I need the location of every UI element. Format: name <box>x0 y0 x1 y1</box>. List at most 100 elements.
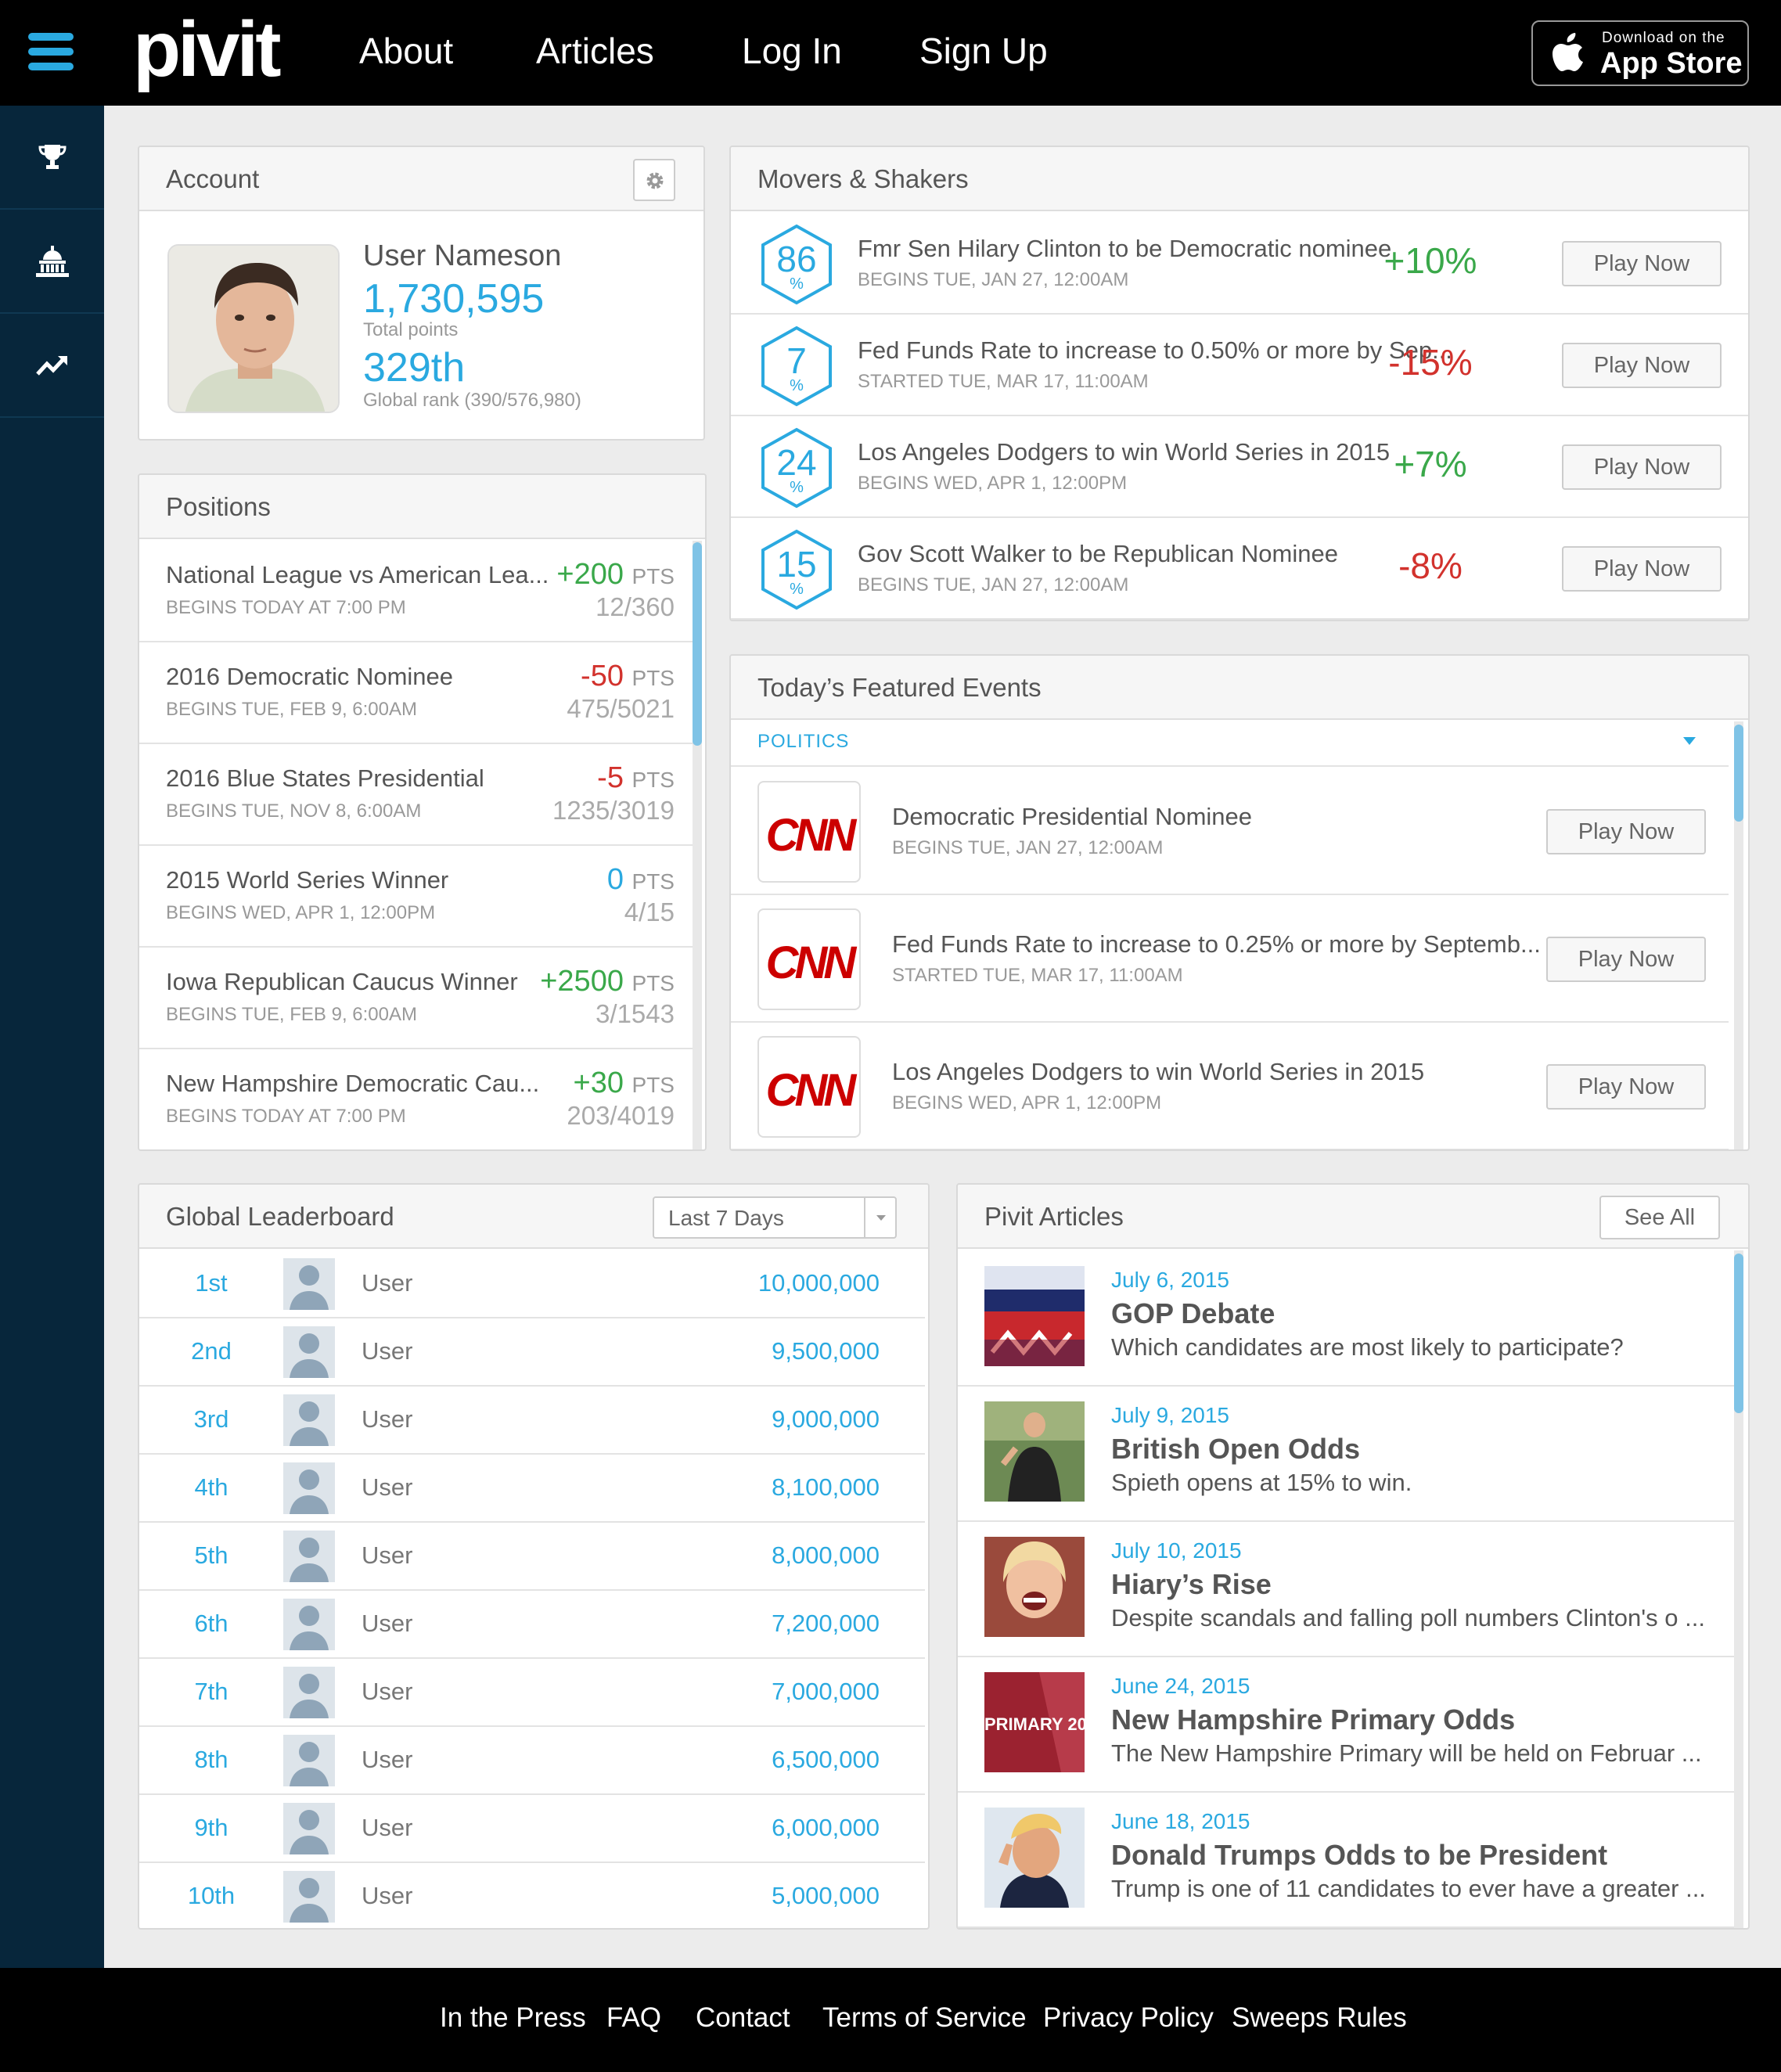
footer-sweeps-link[interactable]: Sweeps Rules <box>1232 2002 1407 2034</box>
position-row[interactable]: Iowa Republican Caucus Winner BEGINS TUE,… <box>139 948 693 1049</box>
settings-button[interactable] <box>633 159 675 201</box>
position-row[interactable]: 2016 Blue States Presidential BEGINS TUE,… <box>139 744 693 846</box>
account-header: Account <box>139 147 703 211</box>
leaderboard-user[interactable]: User <box>362 1882 412 1910</box>
caret-down-icon[interactable] <box>1683 737 1696 745</box>
article-row[interactable]: July 9, 2015 British Open Odds Spieth open… <box>958 1386 1743 1522</box>
mover-row[interactable]: 24% Los Angeles Dodgers to win World Seri… <box>731 416 1748 518</box>
leaderboard-user[interactable]: User <box>362 1337 412 1365</box>
position-row[interactable]: 2016 Democratic Nominee BEGINS TUE, FEB 9… <box>139 642 693 744</box>
leaderboard-row[interactable]: 3rd User 9,000,000 <box>139 1387 925 1455</box>
leaderboard-row[interactable]: 4th User 8,100,000 <box>139 1455 925 1523</box>
leaderboard-score: 7,000,000 <box>772 1678 880 1705</box>
leaderboard-score: 9,000,000 <box>772 1405 880 1433</box>
leaderboard-user[interactable]: User <box>362 1678 412 1706</box>
featured-event-row[interactable]: CNN Democratic Presidential Nominee BEGINS… <box>731 768 1729 895</box>
play-now-button[interactable]: Play Now <box>1562 546 1722 592</box>
position-title: National League vs American Lea... <box>166 561 549 588</box>
nav-about-link[interactable]: About <box>359 30 453 72</box>
mover-row[interactable]: 7% Fed Funds Rate to increase to 0.50% or… <box>731 315 1748 416</box>
user-avatar[interactable] <box>167 244 340 413</box>
mover-change: -15% <box>1388 342 1473 383</box>
sidebar <box>0 106 104 1968</box>
article-row[interactable]: July 6, 2015 GOP Debate Which candidates a… <box>958 1250 1743 1387</box>
leaderboard-score: 10,000,000 <box>757 1269 880 1297</box>
leaderboard-user[interactable]: User <box>362 1746 412 1774</box>
article-title[interactable]: British Open Odds <box>1111 1433 1360 1466</box>
nav-signup-link[interactable]: Sign Up <box>919 30 1048 72</box>
leaderboard-row[interactable]: 10th User 5,000,000 <box>139 1863 925 1928</box>
featured-event-row[interactable]: CNN Los Angeles Dodgers to win World Seri… <box>731 1023 1729 1149</box>
leaderboard-user[interactable]: User <box>362 1473 412 1502</box>
period-select[interactable]: Last 7 Days <box>653 1196 897 1239</box>
play-now-button[interactable]: Play Now <box>1562 343 1722 388</box>
nav-login-link[interactable]: Log In <box>742 30 842 72</box>
featured-event-title: Democratic Presidential Nominee <box>892 803 1253 830</box>
leaderboard-user[interactable]: User <box>362 1405 412 1433</box>
footer-press-link[interactable]: In the Press <box>440 2002 586 2034</box>
article-row[interactable]: July 10, 2015 Hiary’s Rise Despite scandal… <box>958 1521 1743 1657</box>
positions-scroll-thumb[interactable] <box>693 542 702 746</box>
app-store-label: App Store <box>1600 47 1743 80</box>
leaderboard-row[interactable]: 6th User 7,200,000 <box>139 1591 925 1659</box>
nav-articles-link[interactable]: Articles <box>536 30 654 72</box>
total-points-value: 1,730,595 <box>363 276 545 322</box>
app-store-button[interactable]: Download on the App Store <box>1531 20 1749 86</box>
play-now-button[interactable]: Play Now <box>1546 937 1706 982</box>
sidebar-item-trophy[interactable] <box>0 106 104 210</box>
featured-scrollbar[interactable] <box>1734 721 1743 1149</box>
pivit-logo[interactable]: pivit <box>133 5 282 95</box>
sidebar-item-trending[interactable] <box>0 314 104 418</box>
play-now-button[interactable]: Play Now <box>1562 241 1722 286</box>
positions-header: Positions <box>139 475 705 539</box>
play-now-button[interactable]: Play Now <box>1546 809 1706 854</box>
leaderboard-row[interactable]: 2nd User 9,500,000 <box>139 1318 925 1387</box>
articles-scroll-thumb[interactable] <box>1734 1254 1743 1413</box>
position-row[interactable]: 2015 World Series Winner BEGINS WED, APR … <box>139 846 693 948</box>
articles-panel: Pivit Articles See All July 6, 2015 GOP D… <box>956 1183 1750 1930</box>
footer-contact-link[interactable]: Contact <box>696 2002 790 2034</box>
play-now-button[interactable]: Play Now <box>1562 444 1722 490</box>
article-title[interactable]: Donald Trumps Odds to be President <box>1111 1839 1607 1872</box>
positions-scrollbar[interactable] <box>693 541 702 1149</box>
leaderboard-user[interactable]: User <box>362 1610 412 1638</box>
see-all-button[interactable]: See All <box>1599 1196 1720 1239</box>
play-now-button[interactable]: Play Now <box>1546 1064 1706 1110</box>
user-avatar-icon <box>283 1326 335 1378</box>
position-row[interactable]: New Hampshire Democratic Cau... BEGINS TO… <box>139 1049 693 1149</box>
position-fraction: 475/5021 <box>567 694 675 723</box>
articles-header: Pivit Articles See All <box>958 1185 1748 1249</box>
article-row[interactable]: PRIMARY 20 June 24, 2015 New Hampshire Pri… <box>958 1657 1743 1793</box>
article-row[interactable]: June 18, 2015 Donald Trumps Odds to be Pr… <box>958 1792 1743 1928</box>
position-row[interactable]: National League vs American Lea... BEGINS… <box>139 541 693 642</box>
leaderboard-row[interactable]: 7th User 7,000,000 <box>139 1659 925 1727</box>
featured-event-row[interactable]: CNN Fed Funds Rate to increase to 0.25% o… <box>731 896 1729 1023</box>
position-title: New Hampshire Democratic Cau... <box>166 1070 540 1097</box>
article-title[interactable]: New Hampshire Primary Odds <box>1111 1703 1515 1736</box>
leaderboard-user[interactable]: User <box>362 1541 412 1570</box>
position-points-unit: PTS <box>631 1073 675 1097</box>
leaderboard-row[interactable]: 1st User 10,000,000 <box>139 1250 925 1318</box>
position-points-value: +200 <box>556 558 624 591</box>
article-title[interactable]: Hiary’s Rise <box>1111 1568 1272 1601</box>
menu-icon[interactable] <box>28 33 74 72</box>
leaderboard-user[interactable]: User <box>362 1814 412 1842</box>
leaderboard-header: Global Leaderboard Last 7 Days <box>139 1185 928 1249</box>
leaderboard-row[interactable]: 8th User 6,500,000 <box>139 1727 925 1795</box>
article-title[interactable]: GOP Debate <box>1111 1297 1275 1330</box>
article-date: June 18, 2015 <box>1111 1809 1250 1833</box>
footer-faq-link[interactable]: FAQ <box>606 2002 661 2034</box>
leaderboard-row[interactable]: 9th User 6,000,000 <box>139 1795 925 1863</box>
footer-terms-link[interactable]: Terms of Service <box>822 2002 1027 2034</box>
trophy-icon <box>38 144 67 169</box>
category-filter[interactable]: POLITICS <box>731 720 1729 767</box>
mover-row[interactable]: 15% Gov Scott Walker to be Republican Nom… <box>731 518 1748 620</box>
featured-scroll-thumb[interactable] <box>1734 725 1743 822</box>
sidebar-item-politics[interactable] <box>0 210 104 314</box>
articles-scrollbar[interactable] <box>1734 1250 1743 1928</box>
footer-privacy-link[interactable]: Privacy Policy <box>1043 2002 1214 2034</box>
dropdown-arrow-icon[interactable] <box>864 1198 895 1237</box>
leaderboard-row[interactable]: 5th User 8,000,000 <box>139 1523 925 1591</box>
mover-row[interactable]: 86% Fmr Sen Hilary Clinton to be Democrat… <box>731 213 1748 315</box>
leaderboard-user[interactable]: User <box>362 1269 412 1297</box>
